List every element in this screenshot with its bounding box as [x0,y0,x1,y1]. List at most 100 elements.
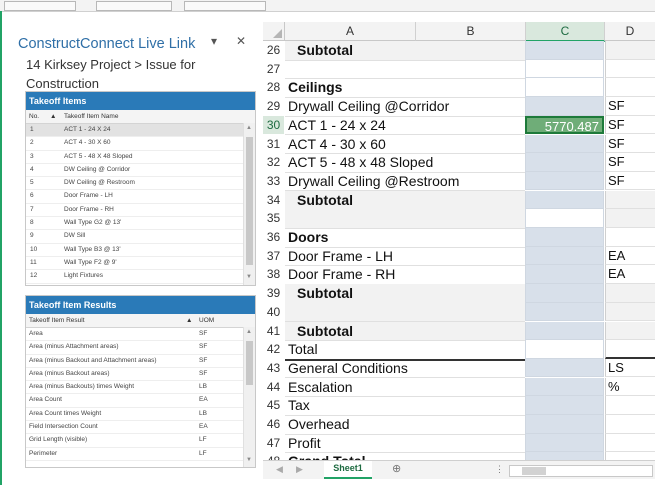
sort-asc-icon[interactable]: ▲ [50,113,56,120]
cell-d[interactable] [605,41,655,60]
select-all-corner[interactable] [263,22,285,41]
takeoff-item-row[interactable]: 11 Wall Type F2 @ 9' [26,257,255,271]
column-header-c[interactable]: C [526,22,605,42]
cell-d[interactable]: % [605,377,655,397]
takeoff-result-row[interactable]: Perimeter LF [26,448,255,461]
cell-a[interactable]: Grand Total [285,452,525,460]
cell-d[interactable] [605,340,655,359]
takeoff-result-row[interactable]: Grid Length (visible) LF [26,434,255,448]
cell-d[interactable]: LS [605,358,655,378]
takeoff-item-row[interactable]: 2 ACT 4 - 30 X 60 [26,137,255,151]
column-header-b[interactable]: B [416,22,526,41]
takeoff-item-row[interactable]: 10 Wall Type B3 @ 13' [26,244,255,257]
cell-c[interactable] [525,377,604,397]
row-header[interactable]: 47 [263,434,284,453]
scroll-up-icon[interactable]: ▲ [246,329,252,335]
cell-a[interactable]: Subtotal [285,321,525,341]
row-header[interactable]: 30 [263,115,284,135]
row-header[interactable]: 39 [263,284,284,303]
takeoff-items-scrollbar[interactable]: ▲ ▼ [243,123,255,285]
cell-d[interactable] [605,302,655,322]
cell-d[interactable] [605,433,655,453]
column-uom[interactable]: UOM [199,317,214,324]
row-header[interactable]: 34 [263,191,284,210]
row-header[interactable]: 41 [263,322,284,341]
takeoff-item-row[interactable]: 12 Light Fixtures [26,270,255,284]
cell-a[interactable]: Subtotal [285,284,525,304]
cell-d[interactable] [605,415,655,434]
row-header[interactable]: 42 [263,340,284,359]
cell-a[interactable] [285,302,525,323]
horizontal-scrollbar[interactable] [509,465,653,477]
cell-d[interactable]: SF [605,134,655,153]
selected-cell-c[interactable]: 5770.487 [525,115,604,135]
takeoff-result-row[interactable]: Area (minus Backout areas) SF [26,368,255,382]
cell-c[interactable] [525,134,604,153]
prev-sheet-icon[interactable]: ◀ [276,464,283,475]
cell-a[interactable]: Drywall Ceiling @Restroom [285,172,525,192]
row-header[interactable]: 31 [263,135,284,154]
cell-d[interactable]: SF [605,171,655,191]
cell-a[interactable]: ACT 1 - 24 x 24 [285,116,525,136]
cell-d[interactable] [605,228,655,247]
takeoff-results-scrollbar[interactable]: ▲ ▼ [243,327,255,467]
cell-c[interactable] [525,396,604,415]
row-header[interactable]: 32 [263,153,284,172]
cell-c[interactable] [525,452,604,460]
cell-c[interactable] [525,246,604,266]
cell-a[interactable]: Total [285,340,525,361]
cell-d[interactable] [605,59,655,79]
cell-d[interactable]: SF [605,115,655,135]
pane-close-icon[interactable]: ✕ [236,34,246,48]
takeoff-item-row[interactable]: 7 Door Frame - RH [26,204,255,218]
row-header[interactable]: 35 [263,209,284,228]
takeoff-item-row[interactable]: 3 ACT 5 - 48 X 48 Sloped [26,151,255,164]
scroll-thumb[interactable] [246,137,253,265]
takeoff-result-row[interactable]: Area (minus Backout and Attachment areas… [26,355,255,368]
scroll-up-icon[interactable]: ▲ [246,125,252,131]
row-header[interactable]: 43 [263,359,284,378]
row-header[interactable]: 38 [263,265,284,284]
takeoff-result-row[interactable]: Area SF [26,328,255,342]
cell-c[interactable] [525,433,604,453]
row-header[interactable]: 28 [263,78,284,97]
cell-c[interactable] [525,284,604,303]
cell-a[interactable] [285,60,525,80]
pane-options-icon[interactable]: ▾ [211,34,217,48]
cell-d[interactable] [605,190,655,210]
row-header[interactable]: 48 [263,452,284,460]
cell-d[interactable]: EA [605,246,655,266]
cell-a[interactable]: Door Frame - LH [285,247,525,267]
sheet-tab-sheet1[interactable]: Sheet1 [324,461,372,479]
scroll-down-icon[interactable]: ▼ [246,457,252,463]
cell-d[interactable] [605,284,655,303]
cell-a[interactable]: Tax [285,396,525,416]
cell-a[interactable] [285,209,525,229]
cell-d[interactable] [605,452,655,460]
cell-c[interactable] [525,302,604,322]
takeoff-result-row[interactable]: Field Intersection Count EA [26,421,255,435]
row-header[interactable]: 37 [263,247,284,266]
cell-c[interactable] [525,265,604,284]
scroll-thumb[interactable] [246,341,253,385]
cell-c[interactable] [525,153,604,172]
sort-asc-icon[interactable]: ▲ [186,317,192,324]
takeoff-item-row[interactable]: 4 DW Ceiling @ Corridor [26,164,255,178]
cell-c[interactable] [525,41,604,60]
scroll-thumb[interactable] [522,467,546,475]
cell-a[interactable]: ACT 4 - 30 x 60 [285,135,525,154]
cell-a[interactable]: Overhead [285,415,525,435]
cell-c[interactable] [525,321,604,340]
cell-a[interactable]: Escalation [285,378,525,398]
cell-c[interactable] [525,415,604,434]
cell-d[interactable] [605,78,655,97]
takeoff-result-row[interactable]: Area Count EA [26,394,255,408]
row-header[interactable]: 33 [263,172,284,191]
row-header[interactable]: 44 [263,378,284,397]
cell-a[interactable]: Drywall Ceiling @Corridor [285,97,525,117]
row-header[interactable]: 45 [263,396,284,415]
takeoff-item-row[interactable]: 6 Door Frame - LH [26,190,255,204]
cell-c[interactable] [525,228,604,247]
cell-d[interactable]: EA [605,265,655,284]
row-header[interactable]: 40 [263,303,284,322]
